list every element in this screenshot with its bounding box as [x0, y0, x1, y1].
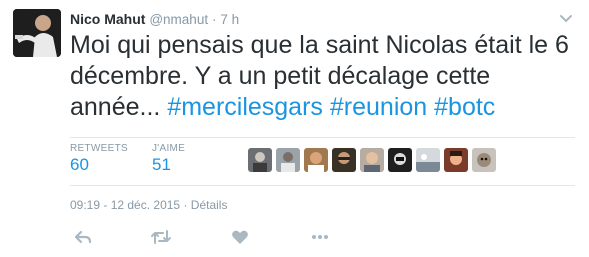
liker-avatar[interactable]	[304, 148, 328, 172]
chevron-down-icon[interactable]	[557, 10, 575, 26]
liker-avatar[interactable]	[388, 148, 412, 172]
divider	[70, 137, 575, 138]
retweet-icon	[151, 230, 171, 244]
avatar-image	[13, 9, 61, 57]
more-button[interactable]	[307, 226, 333, 248]
liker-avatars	[248, 148, 496, 176]
timestamp-separator: ·	[183, 198, 188, 212]
reply-button[interactable]	[70, 226, 96, 248]
heart-icon	[232, 230, 248, 244]
liker-avatar[interactable]	[416, 148, 440, 172]
liker-avatar[interactable]	[248, 148, 272, 172]
retweet-button[interactable]	[148, 226, 174, 248]
like-button[interactable]	[227, 226, 253, 248]
hashtag-link[interactable]: #reunion	[330, 93, 427, 121]
more-icon	[312, 235, 328, 239]
tweet-time[interactable]: 7 h	[220, 12, 239, 27]
hashtag-link[interactable]: #mercilesgars	[167, 93, 323, 121]
avatar[interactable]	[13, 9, 61, 57]
retweets-count: 60	[70, 155, 89, 174]
details-link[interactable]: Détails	[191, 198, 228, 212]
liker-avatar[interactable]	[472, 148, 496, 172]
retweet-stat[interactable]: RETWEETS 60	[70, 143, 128, 175]
tweet-header: Nico Mahut @nmahut · 7 h	[70, 11, 239, 28]
reply-icon	[74, 230, 92, 244]
divider	[70, 185, 575, 186]
header-separator: ·	[211, 12, 217, 27]
author-handle[interactable]: @nmahut	[149, 12, 208, 27]
author-name[interactable]: Nico Mahut	[70, 11, 145, 27]
tweet-timestamp: 09:19 - 12 déc. 2015 · Détails	[70, 198, 227, 212]
liker-avatar[interactable]	[332, 148, 356, 172]
likes-count: 51	[152, 155, 171, 174]
like-stat[interactable]: J'AIME 51	[152, 143, 185, 175]
timestamp-text[interactable]: 09:19 - 12 déc. 2015	[70, 198, 180, 212]
liker-avatar[interactable]	[276, 148, 300, 172]
tweet-text: Moi qui pensais que la saint Nicolas éta…	[70, 30, 580, 123]
hashtag-link[interactable]: #botc	[434, 93, 495, 121]
retweets-label: RETWEETS	[70, 143, 128, 154]
likes-label: J'AIME	[152, 143, 186, 154]
liker-avatar[interactable]	[360, 148, 384, 172]
liker-avatar[interactable]	[444, 148, 468, 172]
